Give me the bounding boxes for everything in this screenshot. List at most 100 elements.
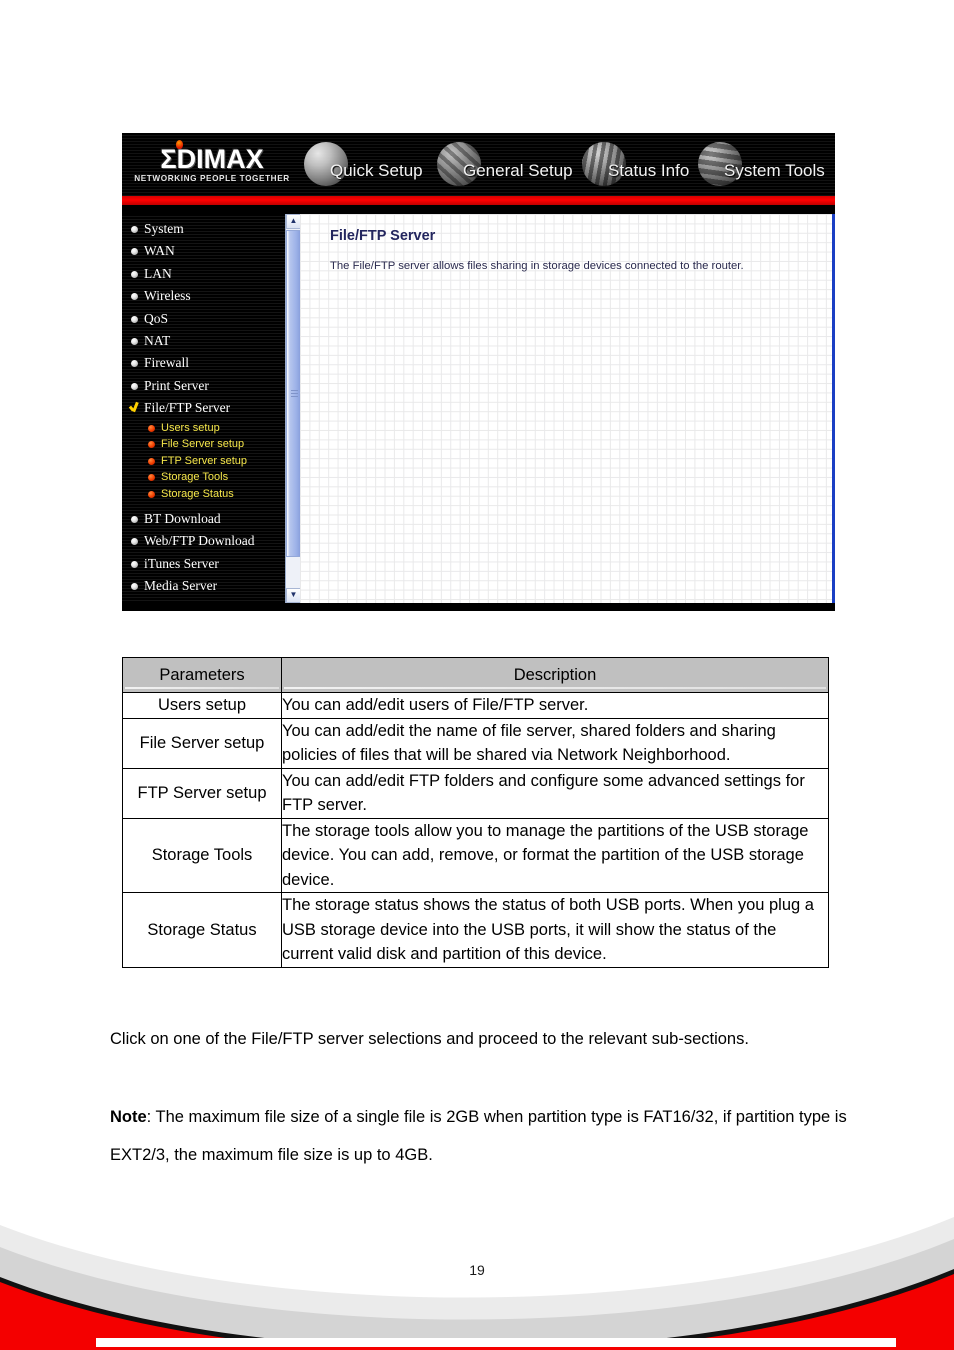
sidebar-item-wireless[interactable]: Wireless [122,285,285,307]
sidebar-subitem-users-setup[interactable]: Users setup [122,420,285,437]
sidebar-item-label: iTunes Server [144,555,219,571]
table-header-row: Parameters Description [122,657,829,693]
sidebar-item-lan[interactable]: LAN [122,263,285,285]
nav-tab-label: System Tools [724,161,825,180]
table-header-description: Description [281,657,829,693]
bullet-icon [131,538,138,546]
table-row: Users setup You can add/edit users of Fi… [122,692,829,719]
sidebar-item-label: WAN [144,243,175,259]
nav-tab-label: Quick Setup [330,161,423,180]
sidebar-item-label: Print Server [144,377,209,393]
sidebar-item-label: BT Download [144,511,221,527]
row-parameter: FTP Server setup [122,767,282,819]
bullet-icon [131,560,138,568]
sidebar-subitem-label: File Server setup [161,438,245,451]
router-content-panel: File/FTP Server The File/FTP server allo… [300,214,835,603]
scrollbar-grip-icon [291,389,298,398]
sidebar-item-wan[interactable]: WAN [122,240,285,262]
sub-bullet-icon [148,490,155,498]
sidebar-subitem-storage-tools[interactable]: Storage Tools [122,469,285,486]
table-row: File Server setup You can add/edit the n… [122,717,829,769]
bullet-icon [131,293,138,301]
bullet-icon [131,337,138,345]
sidebar-item-label: QoS [144,310,169,326]
click-instruction-paragraph: Click on one of the File/FTP server sele… [110,1030,749,1048]
bullet-icon [131,516,138,524]
sidebar-item-web-ftp-download[interactable]: Web/FTP Download [122,530,285,552]
sidebar-item-file-ftp-server[interactable]: File/FTP Server [122,397,285,419]
bullet-icon [131,315,138,323]
scrollbar-down-arrow-icon[interactable]: ▼ [286,588,301,603]
sub-bullet-icon [148,441,155,449]
sidebar-item-qos[interactable]: QoS [122,308,285,330]
nav-tab-label: General Setup [463,161,573,180]
sidebar-scrollbar[interactable]: ▲ ▼ [285,214,301,603]
router-body: System WAN LAN Wireless QoS NAT Firewall… [122,214,835,611]
router-sidebar: System WAN LAN Wireless QoS NAT Firewall… [122,214,285,603]
row-description: The storage tools allow you to manage th… [281,817,829,893]
sidebar-item-label: Web/FTP Download [144,533,255,549]
table-row: Storage Status The storage status shows … [122,892,829,968]
sidebar-item-label: File/FTP Server [144,400,231,416]
header-red-divider [122,196,835,205]
table-row: FTP Server setup You can add/edit FTP fo… [122,767,829,819]
sidebar-item-media-server[interactable]: Media Server [122,575,285,597]
bullet-icon [131,248,138,256]
router-header-banner: ΣDIMAX NETWORKING PEOPLE TOGETHER Quick … [122,133,835,196]
table-header-parameters: Parameters [122,657,282,693]
sidebar-subitem-file-server-setup[interactable]: File Server setup [122,436,285,453]
note-text: : The maximum file size of a single file… [110,1108,847,1164]
bullet-icon [131,382,138,390]
router-admin-screenshot: ΣDIMAX NETWORKING PEOPLE TOGETHER Quick … [122,133,835,611]
sidebar-item-bt-download[interactable]: BT Download [122,508,285,530]
logo-tagline: NETWORKING PEOPLE TOGETHER [134,174,290,183]
row-parameter: Users setup [122,692,282,719]
edimax-logo: ΣDIMAX NETWORKING PEOPLE TOGETHER [132,140,292,183]
sub-bullet-icon [148,457,155,465]
row-parameter: Storage Status [122,892,282,968]
sidebar-subitem-label: FTP Server setup [161,454,247,467]
sidebar-item-nat[interactable]: NAT [122,330,285,352]
scrollbar-thumb[interactable] [286,230,301,557]
sidebar-item-label: NAT [144,332,171,348]
row-parameter: Storage Tools [122,817,282,893]
table-row: Storage Tools The storage tools allow yo… [122,817,829,893]
sidebar-item-print-server[interactable]: Print Server [122,375,285,397]
sub-bullet-icon [148,424,155,432]
nav-tab-label: Status Info [608,161,690,180]
sidebar-item-label: Media Server [144,578,218,594]
sidebar-item-system[interactable]: System [122,218,285,240]
header-black-gap [122,205,835,214]
sub-bullet-icon [148,474,155,482]
sidebar-item-label: LAN [144,265,172,281]
sidebar-item-firewall[interactable]: Firewall [122,352,285,374]
row-description: The storage status shows the status of b… [281,892,829,968]
row-description: You can add/edit FTP folders and configu… [281,767,829,819]
sidebar-subitem-ftp-server-setup[interactable]: FTP Server setup [122,453,285,470]
content-description: The File/FTP server allows files sharing… [330,260,744,272]
sidebar-item-itunes-server[interactable]: iTunes Server [122,553,285,575]
sidebar-subitem-label: Users setup [161,421,220,434]
scrollbar-up-arrow-icon[interactable]: ▲ [286,214,301,229]
sidebar-subitem-label: Storage Tools [161,471,229,484]
footer-curve-graphic [0,1217,954,1350]
parameters-description-table: Parameters Description Users setup You c… [122,657,829,968]
content-title: File/FTP Server [330,228,436,244]
note-label: Note [110,1108,147,1126]
sidebar-item-label: System [144,221,184,236]
sidebar-item-label: Wireless [144,288,191,304]
note-paragraph: Note: The maximum file size of a single … [110,1098,855,1174]
bullet-icon [131,270,138,278]
page-footer-band [0,1205,954,1350]
sidebar-subitem-storage-status[interactable]: Storage Status [122,486,285,503]
bullet-icon [131,360,138,368]
logo-wordmark: ΣDIMAX [160,144,264,174]
row-description: You can add/edit the name of file server… [281,717,829,769]
row-description: You can add/edit users of File/FTP serve… [281,692,829,719]
router-nav-tabs: Quick Setup General Setup Status Info Sy… [304,141,834,189]
sidebar-subitem-label: Storage Status [161,487,234,500]
bullet-icon [131,583,138,591]
checkmark-icon [129,402,140,413]
logo-flame-dot-icon [176,140,183,149]
row-parameter: File Server setup [122,717,282,769]
